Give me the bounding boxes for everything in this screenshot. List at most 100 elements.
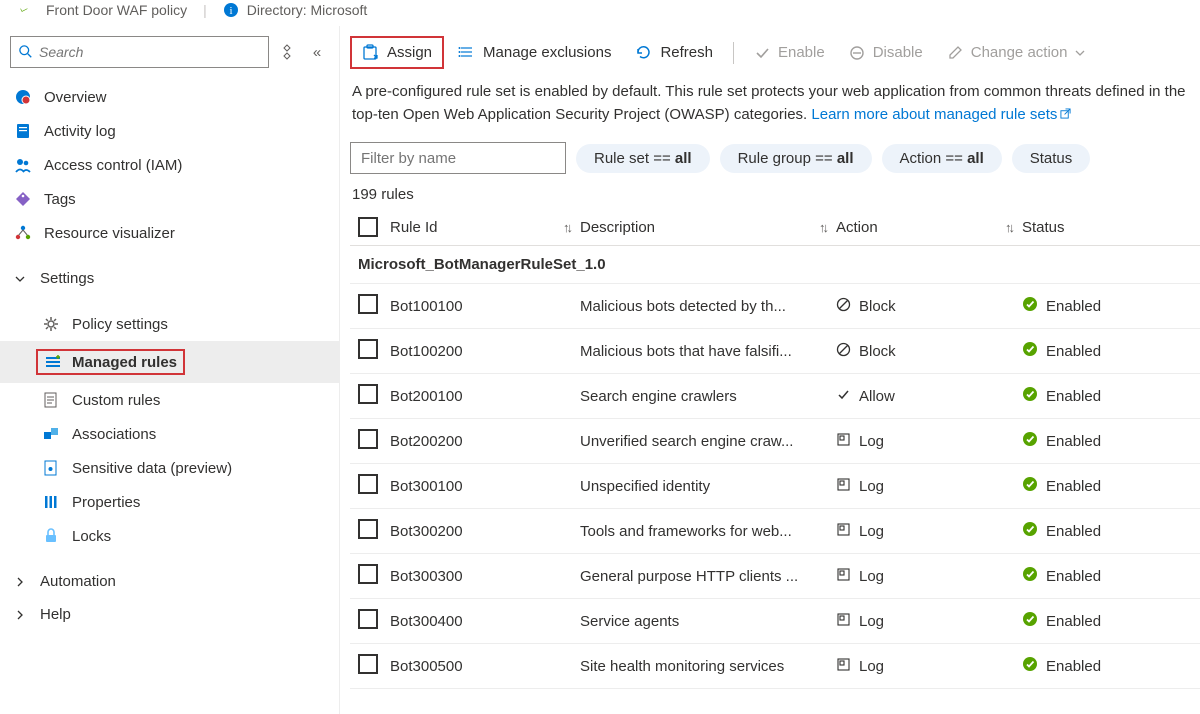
rule-description-cell: Search engine crawlers [580, 388, 836, 405]
sidebar-item-access-control[interactable]: Access control (IAM) [0, 148, 339, 182]
row-checkbox[interactable] [358, 294, 378, 314]
row-checkbox[interactable] [358, 654, 378, 674]
rule-status-cell: Enabled [1022, 431, 1200, 451]
sidebar-item-label: Properties [72, 494, 140, 511]
rule-status-cell: Enabled [1022, 341, 1200, 361]
select-all-checkbox[interactable] [358, 217, 378, 237]
filter-status[interactable]: Status [1012, 144, 1091, 173]
column-description[interactable]: Description↑↓ [580, 219, 836, 236]
rule-status-cell: Enabled [1022, 476, 1200, 496]
sidebar-item-locks[interactable]: Locks [0, 519, 339, 553]
row-checkbox[interactable] [358, 339, 378, 359]
rule-status-cell: Enabled [1022, 386, 1200, 406]
row-checkbox[interactable] [358, 519, 378, 539]
column-action[interactable]: Action↑↓ [836, 219, 1022, 236]
sidebar-item-properties[interactable]: Properties [0, 485, 339, 519]
assoc-icon [42, 425, 60, 443]
disable-button: Disable [839, 38, 933, 67]
enable-button: Enable [744, 38, 835, 67]
row-checkbox[interactable] [358, 564, 378, 584]
sidebar-section-automation[interactable]: Automation [0, 565, 339, 598]
sidebar-item-activity-log[interactable]: Activity log [0, 114, 339, 148]
row-checkbox[interactable] [358, 429, 378, 449]
log-icon [836, 567, 851, 586]
table-row[interactable]: Bot100200Malicious bots that have falsif… [350, 329, 1200, 374]
sensitive-icon [42, 459, 60, 477]
disable-icon [849, 45, 865, 61]
sidebar-item-label: Access control (IAM) [44, 157, 182, 174]
rule-id-cell: Bot300300 [390, 568, 580, 585]
rule-group-header[interactable]: Microsoft_BotManagerRuleSet_1.0 [350, 246, 1200, 284]
sidebar-item-sensitive-data[interactable]: Sensitive data (preview) [0, 451, 339, 485]
custom-icon [42, 391, 60, 409]
tag-icon [14, 190, 32, 208]
people-icon [14, 156, 32, 174]
rule-id-cell: Bot100200 [390, 343, 580, 360]
sidebar-item-resource-visualizer[interactable]: Resource visualizer [0, 216, 339, 250]
table-row[interactable]: Bot300400Service agentsLogEnabled [350, 599, 1200, 644]
sidebar-item-label: Policy settings [72, 316, 168, 333]
column-rule-id[interactable]: Rule Id↑↓ [390, 219, 580, 236]
filter-name-input[interactable] [350, 142, 566, 174]
rule-description-cell: Malicious bots that have falsifi... [580, 343, 836, 360]
sidebar-item-associations[interactable]: Associations [0, 417, 339, 451]
sidebar-item-label: Tags [44, 191, 76, 208]
refresh-icon [635, 44, 652, 61]
sidebar-search-input[interactable] [10, 36, 269, 68]
search-options-button[interactable] [275, 43, 299, 61]
rule-id-cell: Bot300100 [390, 478, 580, 495]
table-row[interactable]: Bot100100Malicious bots detected by th..… [350, 284, 1200, 329]
table-row[interactable]: Bot300500Site health monitoring services… [350, 644, 1200, 689]
log-icon [836, 612, 851, 631]
row-checkbox[interactable] [358, 609, 378, 629]
sort-icon: ↑↓ [1005, 220, 1022, 235]
sidebar: « Overview Activity log Access control (IA… [0, 26, 340, 714]
learn-more-link[interactable]: Learn more about managed rule sets [811, 106, 1071, 123]
rule-action-cell: Log [836, 522, 1022, 541]
filter-action[interactable]: Action == all [882, 144, 1002, 173]
row-checkbox[interactable] [358, 474, 378, 494]
rule-description-cell: Tools and frameworks for web... [580, 523, 836, 540]
manage-exclusions-button[interactable]: Manage exclusions [448, 38, 621, 67]
table-row[interactable]: Bot200100Search engine crawlersAllowEnab… [350, 374, 1200, 419]
sidebar-item-label: Activity log [44, 123, 116, 140]
sidebar-item-tags[interactable]: Tags [0, 182, 339, 216]
sidebar-item-label: Overview [44, 89, 107, 106]
toolbar-separator [733, 42, 734, 64]
sidebar-item-label: Locks [72, 528, 111, 545]
sidebar-item-policy-settings[interactable]: Policy settings [0, 307, 339, 341]
block-icon [836, 342, 851, 361]
globe-icon [14, 88, 32, 106]
rule-action-cell: Allow [836, 387, 1022, 406]
filter-rule-group[interactable]: Rule group == all [720, 144, 872, 173]
edit-icon [947, 45, 963, 61]
sort-icon: ↑↓ [819, 220, 836, 235]
table-row[interactable]: Bot300100Unspecified identityLogEnabled [350, 464, 1200, 509]
table-row[interactable]: Bot300200Tools and frameworks for web...… [350, 509, 1200, 554]
gear-icon [42, 315, 60, 333]
chevron-down-icon [14, 273, 28, 285]
sidebar-item-overview[interactable]: Overview [0, 80, 339, 114]
info-icon: i [223, 2, 239, 18]
enabled-icon [1022, 521, 1038, 541]
rule-action-cell: Log [836, 432, 1022, 451]
filter-rule-set[interactable]: Rule set == all [576, 144, 710, 173]
sort-icon: ↑↓ [563, 220, 580, 235]
resource-type-label: Front Door WAF policy [46, 2, 187, 18]
refresh-button[interactable]: Refresh [625, 38, 723, 67]
sidebar-section-help[interactable]: Help [0, 598, 339, 631]
sidebar-item-managed-rules[interactable]: Managed rules [0, 341, 339, 383]
assign-button[interactable]: Assign [350, 36, 444, 69]
sidebar-item-custom-rules[interactable]: Custom rules [0, 383, 339, 417]
table-header: Rule Id↑↓ Description↑↓ Action↑↓ Status [350, 209, 1200, 246]
block-icon [836, 297, 851, 316]
rule-description-cell: General purpose HTTP clients ... [580, 568, 836, 585]
rule-action-cell: Log [836, 612, 1022, 631]
collapse-sidebar-button[interactable]: « [305, 44, 329, 61]
table-row[interactable]: Bot200200Unverified search engine craw..… [350, 419, 1200, 464]
rule-id-cell: Bot300200 [390, 523, 580, 540]
sidebar-section-settings[interactable]: Settings [0, 262, 339, 295]
table-row[interactable]: Bot300300General purpose HTTP clients ..… [350, 554, 1200, 599]
row-checkbox[interactable] [358, 384, 378, 404]
column-status[interactable]: Status [1022, 219, 1200, 236]
